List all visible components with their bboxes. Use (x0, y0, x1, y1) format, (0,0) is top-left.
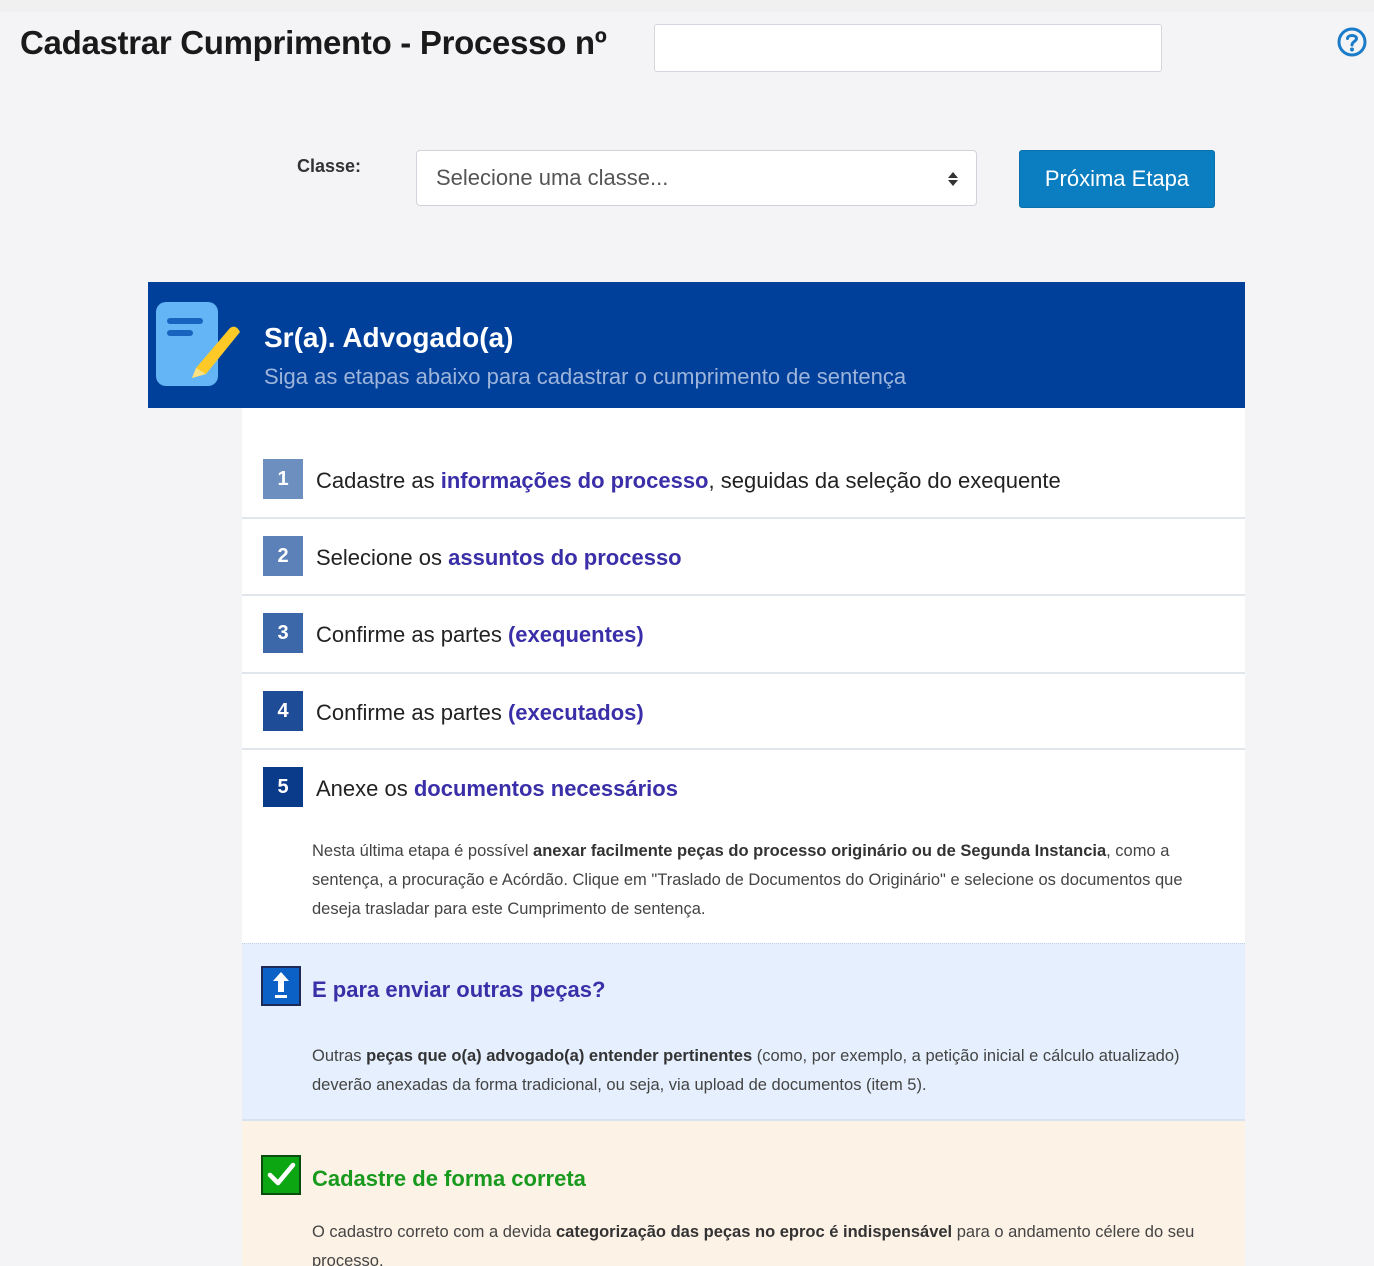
step-link[interactable]: documentos necessários (414, 776, 678, 801)
ok-box-text: O cadastro correto com a devida categori… (312, 1223, 1195, 1266)
step-item-4: 4 Confirme as partes (executados) (242, 674, 1245, 750)
sort-arrows-icon (948, 172, 958, 186)
step-text: Confirme as partes (exequentes) (316, 622, 644, 647)
question-circle-icon[interactable] (1336, 26, 1368, 58)
step-link[interactable]: (exequentes) (508, 622, 644, 647)
top-strip (0, 0, 1374, 12)
ok-box-title: Cadastre de forma correta (312, 1166, 586, 1191)
instructions-banner: Sr(a). Advogado(a) Siga as etapas abaixo… (148, 282, 1245, 408)
step-number-badge: 3 (263, 613, 303, 653)
correct-registration-box: Cadastre de forma correta O cadastro cor… (242, 1121, 1245, 1266)
process-number-input[interactable] (654, 24, 1162, 72)
banner-subtitle: Siga as etapas abaixo para cadastrar o c… (264, 364, 907, 389)
classe-label: Classe: (297, 156, 362, 176)
document-edit-icon (156, 302, 240, 386)
step-5-note: Nesta última etapa é possível anexar fac… (312, 842, 1183, 918)
classe-select-value: Selecione uma classe... (436, 165, 669, 190)
step-number-badge: 1 (263, 459, 303, 499)
step-number-badge: 2 (263, 536, 303, 576)
info-box-title: E para enviar outras peças? (312, 977, 606, 1002)
step-text: Anexe os documentos necessários (316, 776, 678, 801)
classe-select[interactable]: Selecione uma classe... (416, 150, 977, 206)
step-text: Selecione os assuntos do processo (316, 545, 682, 570)
step-item-5: 5 Anexe os documentos necessários Nesta … (242, 750, 1245, 943)
step-link[interactable]: assuntos do processo (448, 545, 682, 570)
banner-title: Sr(a). Advogado(a) (264, 322, 514, 353)
step-number-badge: 5 (263, 767, 303, 807)
step-text: Confirme as partes (executados) (316, 700, 644, 725)
step-text: Cadastre as informações do processo, seg… (316, 468, 1061, 493)
step-link[interactable]: (executados) (508, 700, 644, 725)
steps-card: 1 Cadastre as informações do processo, s… (242, 408, 1245, 1266)
step-item-3: 3 Confirme as partes (exequentes) (242, 596, 1245, 674)
page-title: Cadastrar Cumprimento - Processo nº (20, 24, 607, 61)
step-item-1: 1 Cadastre as informações do processo, s… (242, 441, 1245, 519)
upload-icon (261, 966, 301, 1006)
info-box-text: Outras peças que o(a) advogado(a) entend… (312, 1047, 1180, 1094)
next-step-button[interactable]: Próxima Etapa (1019, 150, 1215, 208)
checkmark-icon (261, 1155, 301, 1195)
other-pieces-info-box: E para enviar outras peças? Outras peças… (242, 943, 1245, 1121)
step-number-badge: 4 (263, 691, 303, 731)
step-item-2: 2 Selecione os assuntos do processo (242, 519, 1245, 596)
step-link[interactable]: informações do processo (441, 468, 709, 493)
